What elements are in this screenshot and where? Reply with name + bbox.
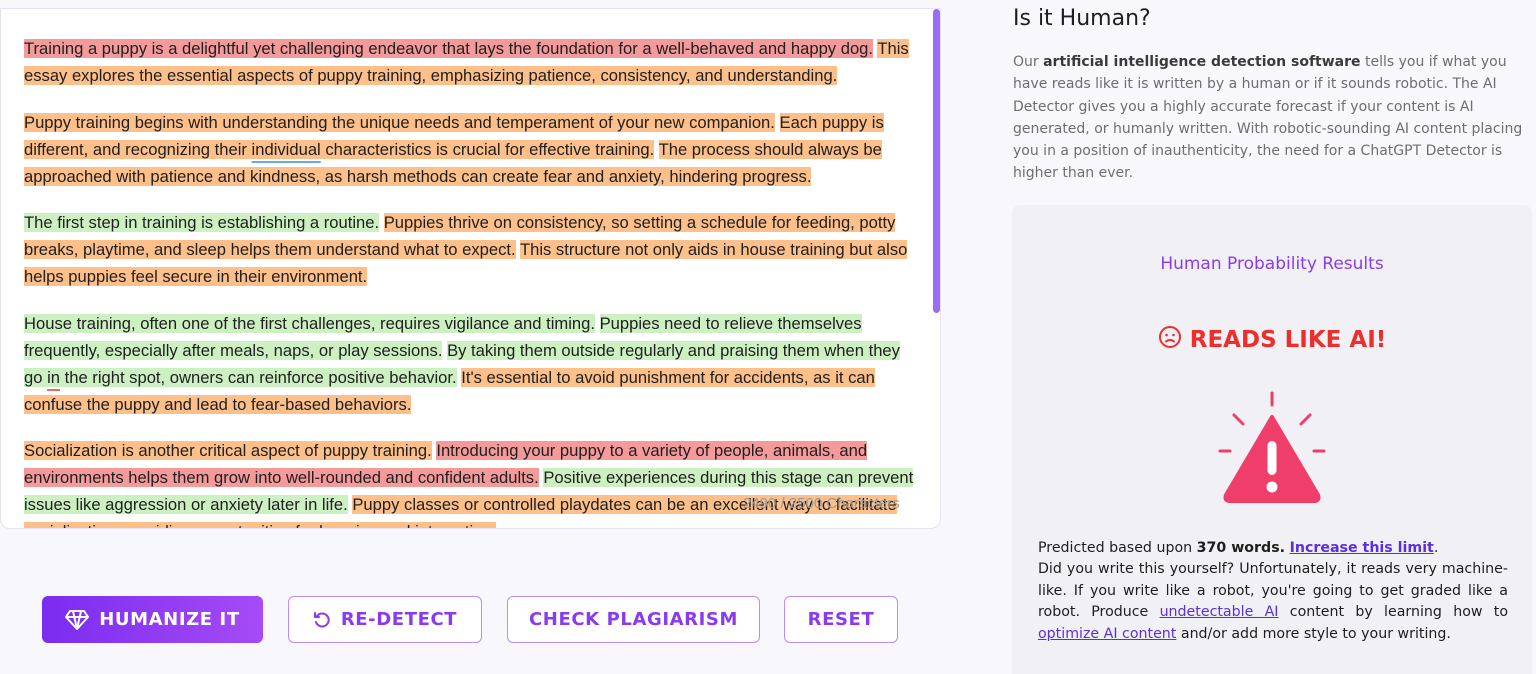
verdict-label: READS LIKE AI! bbox=[1189, 327, 1387, 353]
character-count: 2490 / 2500 Characters bbox=[743, 495, 900, 512]
undetectable-ai-link[interactable]: undetectable AI bbox=[1160, 604, 1279, 620]
redetect-button[interactable]: RE-DETECT bbox=[288, 596, 482, 643]
editor-paragraph: The first step in training is establishi… bbox=[24, 209, 916, 290]
highlighted-sentence: in bbox=[47, 367, 60, 387]
sentence-gap bbox=[775, 113, 780, 132]
highlighted-sentence: Training a puppy is a delightful yet cha… bbox=[24, 39, 874, 58]
highlighted-sentence: the right spot, owners can reinforce pos… bbox=[60, 367, 457, 387]
prediction-text: Predicted based upon 370 words. Increase… bbox=[1038, 540, 1508, 642]
highlighted-sentence: Puppy training begins with understanding… bbox=[24, 112, 775, 132]
intro-text: Our artificial intelligence detection so… bbox=[1013, 54, 1523, 182]
highlighted-sentence: characteristics is crucial for effective… bbox=[320, 139, 655, 159]
editor-content[interactable]: Training a puppy is a delightful yet cha… bbox=[24, 35, 916, 528]
optimize-ai-content-link[interactable]: optimize AI content bbox=[1038, 626, 1176, 642]
highlighted-sentence: Socialization is another critical aspect… bbox=[24, 441, 432, 460]
reset-button[interactable]: RESET bbox=[784, 596, 898, 643]
page-title: Is it Human? bbox=[1013, 6, 1151, 31]
verdict: READS LIKE AI! bbox=[1012, 325, 1532, 355]
editor-scrollbar[interactable] bbox=[933, 9, 940, 313]
highlighted-sentence: House training, often one of the first c… bbox=[24, 313, 595, 333]
humanize-button[interactable]: HUMANIZE IT bbox=[42, 596, 263, 643]
check-plagiarism-button[interactable]: CHECK PLAGIARISM bbox=[507, 596, 760, 643]
sad-face-icon bbox=[1158, 325, 1182, 355]
results-heading: Human Probability Results bbox=[1160, 254, 1384, 274]
editor-paragraph: Puppy training begins with understanding… bbox=[24, 109, 916, 190]
editor-paragraph: Socialization is another critical aspect… bbox=[24, 437, 916, 528]
text-editor[interactable]: Training a puppy is a delightful yet cha… bbox=[0, 8, 941, 529]
humanize-label: HUMANIZE IT bbox=[99, 609, 240, 630]
increase-limit-link[interactable]: Increase this limit bbox=[1290, 540, 1434, 556]
reset-label: RESET bbox=[807, 609, 875, 630]
refresh-icon bbox=[313, 611, 331, 629]
editor-paragraph: House training, often one of the first c… bbox=[24, 310, 916, 418]
sentence-gap bbox=[654, 140, 658, 159]
editor-paragraph: Training a puppy is a delightful yet cha… bbox=[24, 35, 916, 89]
highlighted-sentence: The first step in training is establishi… bbox=[24, 213, 380, 232]
results-card: Human Probability Results READS LIKE AI!… bbox=[1012, 205, 1532, 674]
highlighted-sentence: individual bbox=[251, 139, 321, 159]
warning-triangle-icon bbox=[1212, 389, 1332, 514]
sentence-gap bbox=[595, 314, 600, 333]
check-plagiarism-label: CHECK PLAGIARISM bbox=[528, 609, 739, 630]
redetect-label: RE-DETECT bbox=[340, 609, 458, 630]
diamond-icon bbox=[65, 609, 90, 630]
